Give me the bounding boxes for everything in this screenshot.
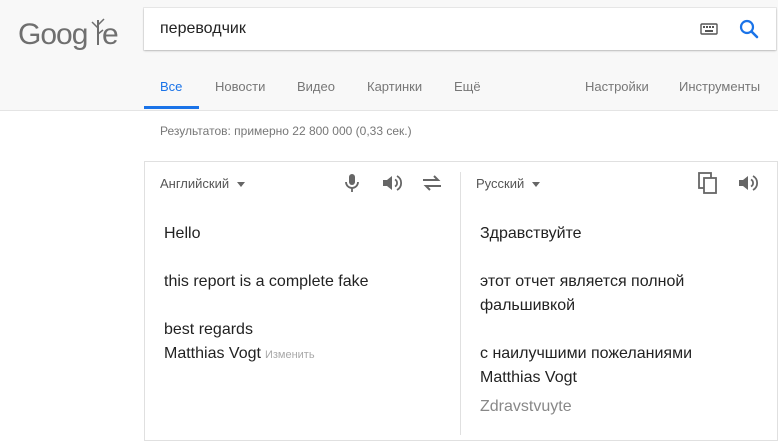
tab-settings[interactable]: Настройки [585, 79, 649, 94]
source-text-line: best regards [164, 321, 253, 338]
chevron-down-icon [237, 182, 246, 188]
result-stats: Результатов: примерно 22 800 000 (0,33 с… [160, 124, 412, 138]
chevron-down-icon [532, 182, 541, 188]
search-input[interactable] [160, 18, 680, 40]
translated-text-line: Здравствуйте [480, 225, 582, 242]
transliteration: Zdravstvuyte [480, 398, 572, 415]
translated-text-line: фальшивкой [480, 297, 576, 314]
tab-images[interactable]: Картинки [367, 79, 422, 94]
search-tabs: Все Новости Видео Картинки Ещё Настройки… [144, 66, 778, 110]
source-text-line: Matthias Vogt Изменить [164, 345, 315, 363]
active-tab-indicator [144, 106, 199, 109]
keyboard-icon[interactable] [700, 20, 718, 38]
translated-text-line: этот отчет является полной [480, 273, 685, 290]
source-text-signature: Matthias Vogt [164, 345, 261, 362]
translated-text-line: с наилучшими пожеланиями [480, 345, 693, 362]
svg-text:Goog: Goog [18, 18, 87, 51]
translated-text-line: Matthias Vogt [480, 369, 577, 386]
target-language-label: Русский [476, 176, 525, 191]
source-text-line: Hello [164, 225, 201, 242]
google-logo[interactable]: Goog e [18, 14, 119, 54]
search-icon[interactable] [738, 18, 760, 40]
tab-videos[interactable]: Видео [297, 79, 335, 94]
target-language-select[interactable]: Русский [476, 176, 541, 191]
svg-text:e: e [102, 18, 118, 51]
source-language-select[interactable]: Английский [160, 176, 246, 191]
edit-link[interactable]: Изменить [265, 349, 315, 361]
tab-news[interactable]: Новости [215, 79, 265, 94]
speaker-icon[interactable] [380, 171, 404, 195]
tab-all[interactable]: Все [160, 79, 182, 94]
speaker-icon[interactable] [736, 171, 760, 195]
copy-icon[interactable] [696, 171, 720, 195]
microphone-icon[interactable] [340, 171, 364, 195]
tab-more[interactable]: Ещё [454, 79, 481, 94]
swap-languages-icon[interactable] [420, 171, 444, 195]
translator-card [144, 161, 778, 441]
source-text-line: this report is a complete fake [164, 273, 369, 290]
source-language-label: Английский [160, 176, 230, 191]
tab-tools[interactable]: Инструменты [679, 79, 760, 94]
panel-divider [460, 172, 461, 435]
search-box [144, 8, 776, 50]
logo-icon: Goog e [18, 18, 119, 51]
